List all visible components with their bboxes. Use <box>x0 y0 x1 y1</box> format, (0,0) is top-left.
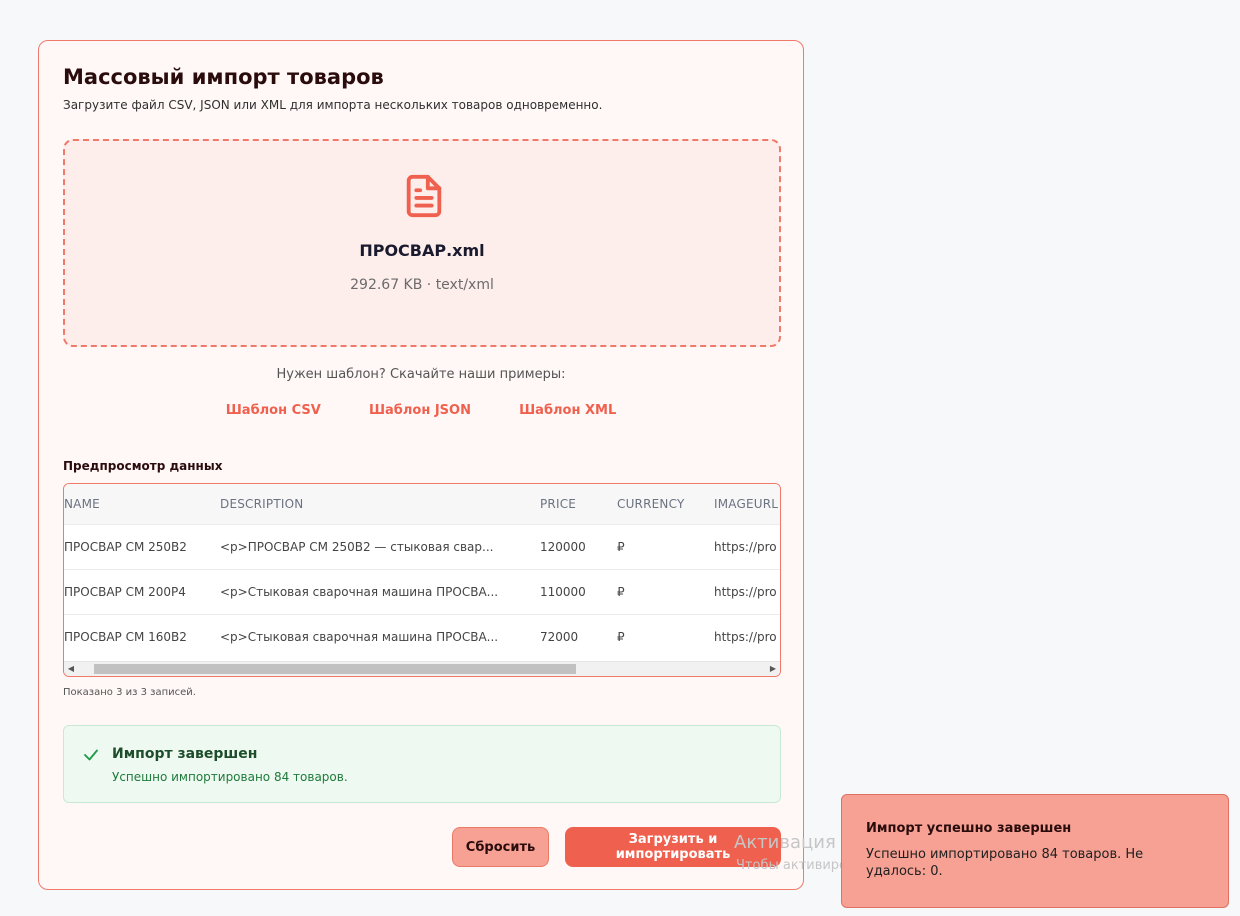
preview-table: NAME DESCRIPTION PRICE CURRENCY IMAGEURL… <box>64 484 780 659</box>
preview-title: Предпросмотр данных <box>63 459 223 473</box>
table-row: ПРОСВАР СМ 250В2 <p>ПРОСВАР СМ 250В2 — с… <box>64 524 780 570</box>
scrollbar-thumb[interactable] <box>94 664 576 674</box>
preview-table-container: NAME DESCRIPTION PRICE CURRENCY IMAGEURL… <box>63 483 781 677</box>
table-cell: 110000 <box>532 569 609 615</box>
file-dropzone[interactable]: ПРОСВАР.xml 292.67 KB · text/xml <box>63 139 781 347</box>
table-cell: ₽ <box>609 569 706 615</box>
table-cell: ПРОСВАР СМ 250В2 <box>64 524 212 570</box>
success-title: Импорт завершен <box>112 746 258 762</box>
page-title: Массовый импорт товаров <box>63 65 384 89</box>
records-count: Показано 3 из 3 записей. <box>63 687 196 698</box>
check-icon <box>84 749 98 761</box>
file-name: ПРОСВАР.xml <box>359 241 485 260</box>
table-row: ПРОСВАР СМ 200Р4 <p>Стыковая сварочная м… <box>64 569 780 615</box>
table-cell: <p>ПРОСВАР СМ 250В2 — стыковая свар... <box>212 524 532 570</box>
template-csv-link[interactable]: Шаблон CSV <box>226 403 321 418</box>
table-cell: 120000 <box>532 524 609 570</box>
column-header: PRICE <box>532 484 609 525</box>
table-cell: 72000 <box>532 614 609 659</box>
table-cell: ПРОСВАР СМ 160В2 <box>64 614 212 659</box>
column-header: CURRENCY <box>609 484 706 525</box>
template-json-link[interactable]: Шаблон JSON <box>369 403 471 418</box>
scroll-left-arrow-icon[interactable]: ◀ <box>64 662 78 676</box>
table-cell: ₽ <box>609 614 706 659</box>
table-cell: https://pro <box>706 614 780 659</box>
horizontal-scrollbar[interactable]: ◀ ▶ <box>64 661 780 676</box>
toast-title: Импорт успешно завершен <box>866 821 1072 836</box>
column-header: NAME <box>64 484 212 525</box>
template-links: Шаблон CSV Шаблон JSON Шаблон XML <box>39 403 803 418</box>
page-subtitle: Загрузите файл CSV, JSON или XML для имп… <box>63 98 603 112</box>
column-header: DESCRIPTION <box>212 484 532 525</box>
table-cell: <p>Стыковая сварочная машина ПРОСВА... <box>212 569 532 615</box>
column-header: IMAGEURL <box>706 484 780 525</box>
template-hint: Нужен шаблон? Скачайте наши примеры: <box>276 367 566 382</box>
bulk-import-card: Массовый импорт товаров Загрузите файл C… <box>38 40 804 890</box>
table-row: ПРОСВАР СМ 160В2 <p>Стыковая сварочная м… <box>64 614 780 659</box>
toast-notification[interactable]: Импорт успешно завершен Успешно импортир… <box>841 794 1229 908</box>
table-cell: https://pro <box>706 569 780 615</box>
reset-button[interactable]: Сбросить <box>452 827 549 867</box>
template-xml-link[interactable]: Шаблон XML <box>519 403 616 418</box>
file-meta: 292.67 KB · text/xml <box>350 277 494 293</box>
file-text-icon <box>406 174 442 218</box>
scroll-right-arrow-icon[interactable]: ▶ <box>766 662 780 676</box>
toast-text: Успешно импортировано 84 товаров. Не уда… <box>866 847 1144 879</box>
table-cell: <p>Стыковая сварочная машина ПРОСВА... <box>212 614 532 659</box>
import-success-alert: Импорт завершен Успешно импортировано 84… <box>63 725 781 803</box>
table-cell: https://pro <box>706 524 780 570</box>
success-text: Успешно импортировано 84 товаров. <box>112 770 348 784</box>
table-cell: ПРОСВАР СМ 200Р4 <box>64 569 212 615</box>
table-header-row: NAME DESCRIPTION PRICE CURRENCY IMAGEURL <box>64 484 780 525</box>
table-cell: ₽ <box>609 524 706 570</box>
